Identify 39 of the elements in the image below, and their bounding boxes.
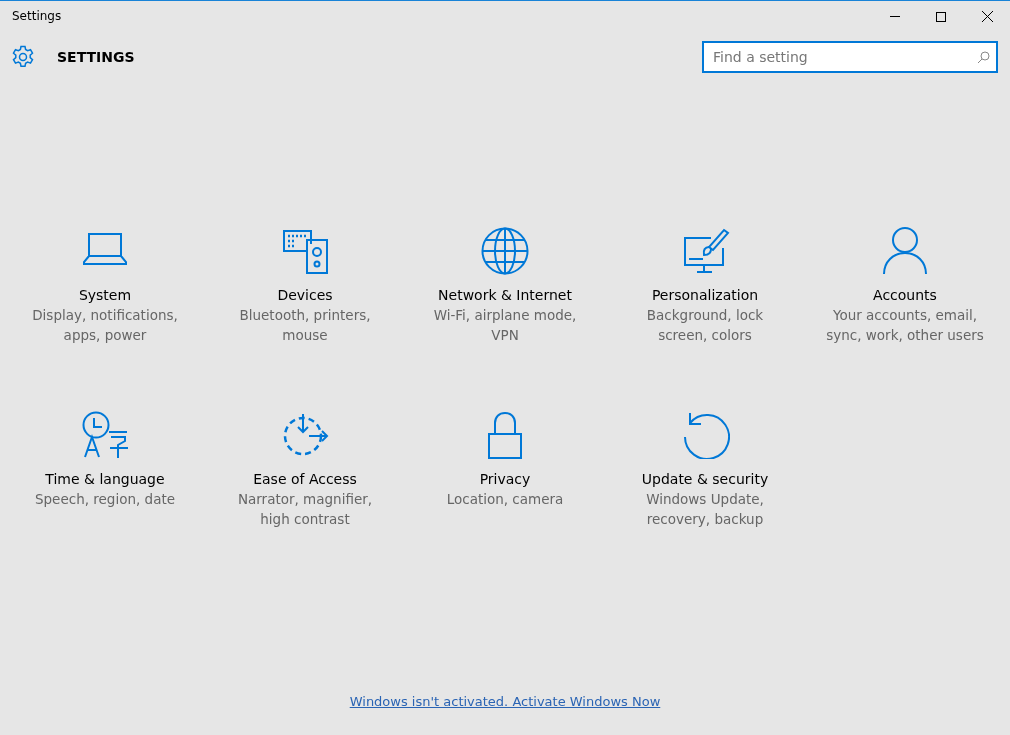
settings-icon (11, 45, 35, 69)
category-description: Your accounts, email, sync, work, other users (825, 306, 985, 345)
settings-category-tile[interactable]: Ease of Access Narrator, magnifier, high contrast (205, 409, 405, 529)
settings-category-tile[interactable]: Accounts Your accounts, email, sync, work, other users (805, 225, 1005, 345)
category-description: Location, camera (446, 490, 564, 509)
category-description: Display, notifications, apps, power (31, 306, 179, 345)
category-title: Devices (277, 286, 333, 305)
person-icon (880, 225, 930, 275)
category-description: Wi-Fi, airplane mode, VPN (432, 306, 578, 345)
settings-category-tile[interactable]: System Display, notifications, apps, power (5, 225, 205, 345)
minimize-icon (890, 16, 900, 17)
category-title: Personalization (651, 286, 759, 305)
settings-category-tile[interactable]: Privacy Location, camera (405, 409, 605, 529)
settings-category-tile[interactable]: Update & security Windows Update, recovery, backup (605, 409, 805, 529)
category-title: Update & security (641, 470, 769, 489)
category-title: Time & language (45, 470, 165, 489)
category-title: Privacy (479, 470, 531, 489)
settings-category-tile[interactable]: Devices Bluetooth, printers, mouse (205, 225, 405, 345)
activate-windows-link[interactable]: Windows isn't activated. Activate Windows Now (349, 694, 661, 709)
search-icon (977, 51, 990, 64)
globe-icon (480, 225, 530, 275)
category-title: Ease of Access (253, 470, 357, 489)
settings-category-tile[interactable]: Time & language Speech, region, date (5, 409, 205, 529)
close-icon (981, 11, 993, 22)
maximize-icon (936, 11, 946, 22)
category-title: Accounts (873, 286, 937, 305)
category-description: Bluetooth, printers, mouse (238, 306, 372, 345)
clock-characters-icon (80, 409, 130, 459)
category-description: Windows Update, recovery, backup (645, 490, 765, 529)
page-title: SETTINGS (57, 47, 135, 67)
category-description: Speech, region, date (35, 490, 175, 509)
category-description: Background, lock screen, colors (645, 306, 765, 345)
window-title: Settings (11, 8, 62, 25)
category-description: Narrator, magnifier, high contrast (236, 490, 374, 529)
settings-category-tile[interactable]: Network & Internet Wi-Fi, airplane mode, VPN (405, 225, 605, 345)
settings-category-tile[interactable]: Personalization Background, lock screen, colors (605, 225, 805, 345)
category-title: Network & Internet (438, 286, 572, 305)
category-title: System (78, 286, 132, 305)
search-field[interactable]: Find a setting (702, 41, 998, 73)
